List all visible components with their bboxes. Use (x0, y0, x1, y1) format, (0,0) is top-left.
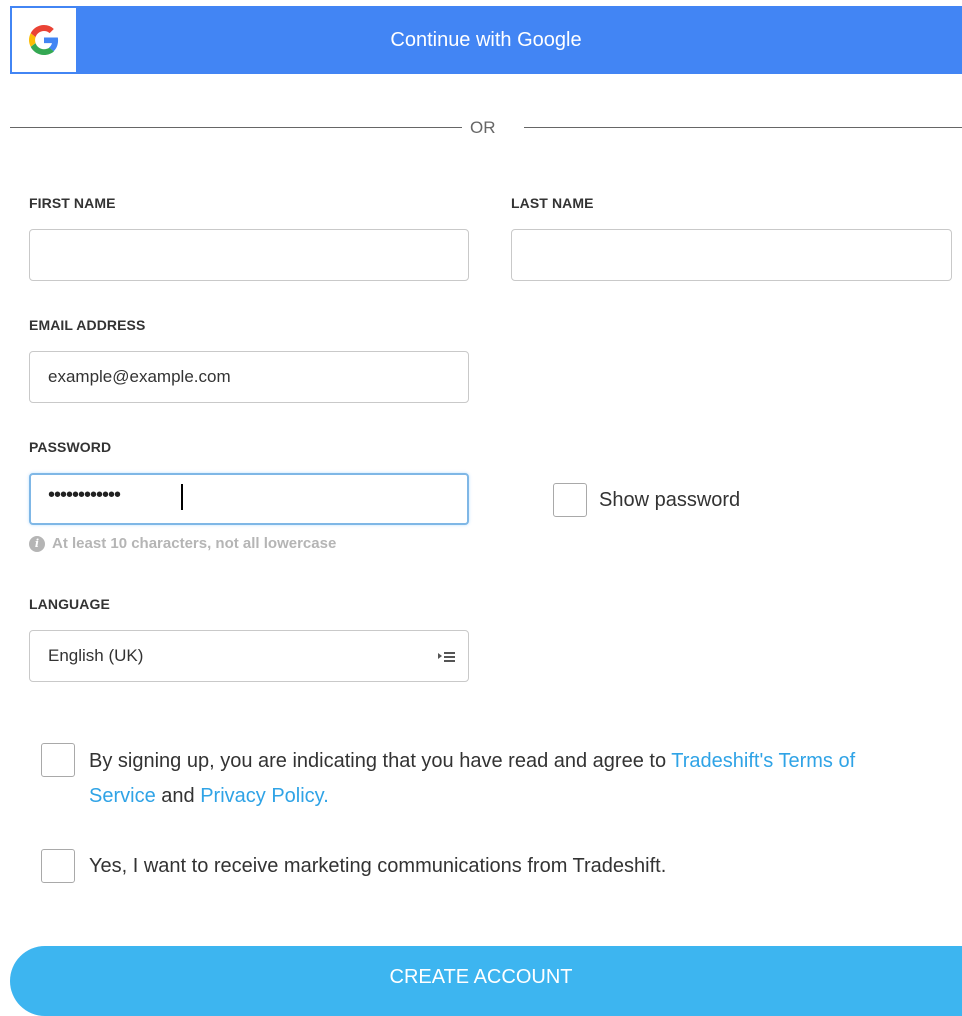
google-button-label: Continue with Google (390, 28, 582, 51)
email-input[interactable] (29, 351, 469, 403)
create-account-label: CREATE ACCOUNT (389, 965, 573, 988)
continue-with-google-button[interactable]: Continue with Google (10, 6, 962, 74)
or-separator: OR (470, 118, 496, 137)
divider-line-left (10, 127, 462, 128)
first-name-label: FIRST NAME (29, 195, 116, 211)
last-name-input[interactable] (511, 229, 952, 281)
show-password-checkbox[interactable] (553, 483, 587, 517)
marketing-checkbox[interactable] (41, 849, 75, 883)
divider-line-right (524, 127, 962, 128)
terms-prefix: By signing up, you are indicating that y… (89, 750, 667, 772)
terms-checkbox[interactable] (41, 743, 75, 777)
password-label: PASSWORD (29, 439, 112, 455)
privacy-policy-link[interactable]: Privacy Policy. (200, 785, 329, 807)
password-mask: •••••••••••• (48, 484, 121, 506)
text-caret (181, 484, 183, 510)
terms-text: By signing up, you are indicating that y… (89, 744, 919, 814)
email-label: EMAIL ADDRESS (29, 317, 146, 333)
last-name-label: LAST NAME (511, 195, 594, 211)
language-selected-value: English (UK) (48, 646, 144, 665)
info-icon: i (29, 535, 45, 552)
language-label: LANGUAGE (29, 596, 110, 612)
password-hint: i At least 10 characters, not all lowerc… (29, 535, 336, 552)
list-icon (438, 652, 455, 662)
language-select[interactable]: English (UK) (29, 630, 469, 682)
first-name-input[interactable] (29, 229, 469, 281)
password-hint-text: At least 10 characters, not all lowercas… (52, 535, 337, 552)
terms-and: and (161, 785, 195, 807)
marketing-label: Yes, I want to receive marketing communi… (89, 855, 667, 877)
show-password-label: Show password (599, 489, 741, 511)
